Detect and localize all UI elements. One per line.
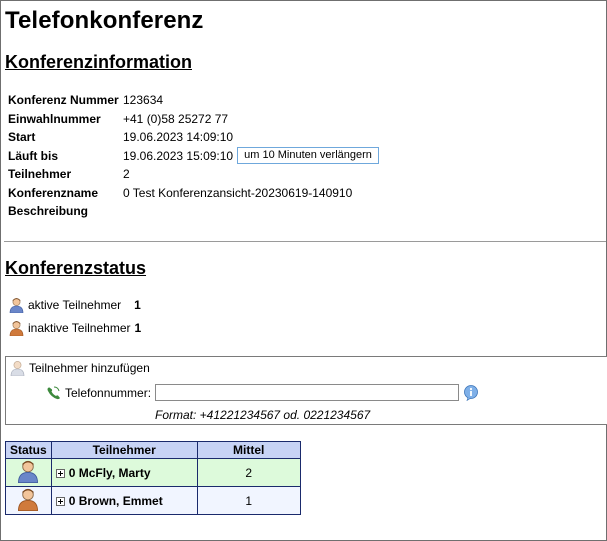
table-header-row: Status Teilnehmer Mittel <box>5 441 301 459</box>
person-orange-icon <box>18 488 39 512</box>
info-row-konferenz-nummer: Konferenz Nummer 123634 <box>8 91 379 110</box>
info-value: 19.06.2023 14:09:10 <box>123 130 234 145</box>
info-label: Konferenzname <box>8 185 99 200</box>
table-row[interactable]: 0 McFly, Marty 2 <box>5 458 301 487</box>
expand-plus-icon[interactable] <box>55 468 65 478</box>
info-value: 123634 <box>123 93 164 108</box>
add-participant-title: Teilnehmer hinzufügen <box>10 360 150 376</box>
info-row-teilnehmer: Teilnehmer 2 <box>8 165 379 184</box>
participant-name: 0 Brown, Emmet <box>68 493 163 508</box>
add-participant-panel: Teilnehmer hinzufügen Telefonnummer: For… <box>5 356 607 425</box>
column-header-mittel: Mittel <box>196 441 301 459</box>
info-row-laeuft-bis: Läuft bis 19.06.2023 15:09:10 um 10 Minu… <box>8 147 379 166</box>
info-value: 2 <box>123 167 130 182</box>
inactive-participants-label: inaktive Teilnehmer <box>28 321 131 335</box>
expand-plus-icon[interactable] <box>55 496 65 506</box>
participant-name: 0 McFly, Marty <box>68 465 151 480</box>
info-row-einwahlnummer: Einwahlnummer +41 (0)58 25272 77 <box>8 110 379 129</box>
section-heading-konferenzinformation: Konferenzinformation <box>5 52 192 72</box>
participant-name-cell: 0 McFly, Marty <box>50 458 198 487</box>
section-divider <box>4 241 606 242</box>
active-participants-label: aktive Teilnehmer <box>28 298 122 312</box>
column-header-teilnehmer: Teilnehmer <box>50 441 198 459</box>
active-participants-count: 1 <box>134 298 141 312</box>
info-label: Start <box>8 130 36 145</box>
inactive-participants-count: 1 <box>134 321 142 335</box>
person-grey-icon <box>10 361 25 376</box>
add-participant-label: Teilnehmer hinzufügen <box>29 361 150 375</box>
page-title: Telefonkonferenz <box>5 7 204 34</box>
info-label: Beschreibung <box>8 204 89 219</box>
info-value: +41 (0)58 25272 77 <box>123 111 229 126</box>
person-orange-icon <box>9 321 24 336</box>
info-value: 0 Test Konferenzansicht-20230619-140910 <box>123 185 353 200</box>
info-icon[interactable] <box>463 384 479 401</box>
inactive-participants-status: inaktive Teilnehmer 1 <box>9 320 141 336</box>
page-frame: Telefonkonferenz Konferenzinformation Ko… <box>0 0 607 541</box>
info-label: Konferenz Nummer <box>8 93 119 108</box>
info-row-beschreibung: Beschreibung <box>8 202 379 221</box>
section-heading-konferenzstatus: Konferenzstatus <box>5 258 147 278</box>
person-blue-icon <box>18 460 39 484</box>
info-label: Läuft bis <box>8 148 58 163</box>
phone-format-hint: Format: +41221234567 od. 0221234567 <box>155 408 371 422</box>
info-value: 19.06.2023 15:09:10 <box>123 148 234 163</box>
status-cell <box>5 458 52 487</box>
info-row-start: Start 19.06.2023 14:09:10 <box>8 128 379 147</box>
person-blue-icon <box>9 298 24 313</box>
status-cell <box>5 486 52 515</box>
participants-table: Status Teilnehmer Mittel 0 McFly, Marty … <box>5 441 301 515</box>
phone-icon <box>47 386 60 399</box>
extend-10-minutes-button[interactable]: um 10 Minuten verlängern <box>237 147 379 165</box>
participant-mittel: 2 <box>196 458 301 487</box>
conference-info-list: Konferenz Nummer 123634 Einwahlnummer +4… <box>8 91 379 221</box>
phone-number-input[interactable] <box>155 384 460 401</box>
info-label: Teilnehmer <box>8 167 72 182</box>
table-row[interactable]: 0 Brown, Emmet 1 <box>5 486 301 515</box>
info-row-konferenzname: Konferenzname 0 Test Konferenzansicht-20… <box>8 184 379 203</box>
phone-number-label: Telefonnummer: <box>65 385 152 400</box>
active-participants-status: aktive Teilnehmer 1 <box>9 297 141 313</box>
participant-mittel: 1 <box>196 486 301 515</box>
phone-number-row: Telefonnummer: <box>46 384 479 401</box>
participant-name-cell: 0 Brown, Emmet <box>50 486 198 515</box>
info-label: Einwahlnummer <box>8 111 101 126</box>
column-header-status: Status <box>5 441 52 459</box>
